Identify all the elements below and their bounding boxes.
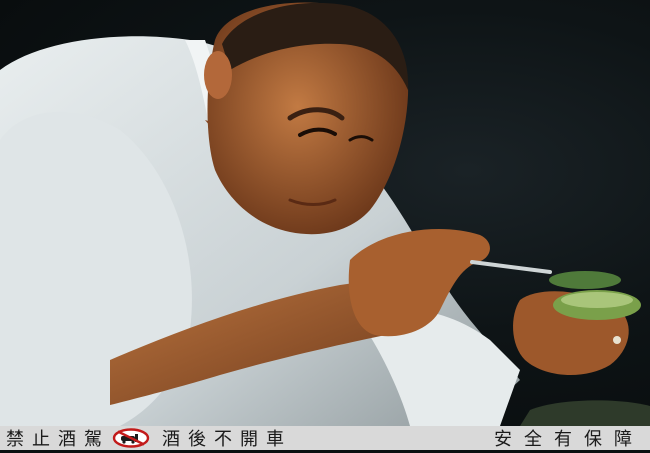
warning-text-1: 禁止酒駕 (6, 429, 110, 450)
chef-illustration (0, 2, 650, 426)
no-drinking-driving-icon (112, 428, 150, 448)
warning-text-3: 安全有保障 (494, 429, 644, 450)
drink-driving-warning-bar: 禁止酒駕 酒後不開車 安全有保障 (0, 426, 650, 450)
ear (204, 51, 232, 99)
chef-photo (0, 0, 650, 426)
warning-text-2: 酒後不開車 (162, 429, 292, 450)
spoon-bowl (549, 271, 621, 289)
spoon (470, 260, 552, 274)
